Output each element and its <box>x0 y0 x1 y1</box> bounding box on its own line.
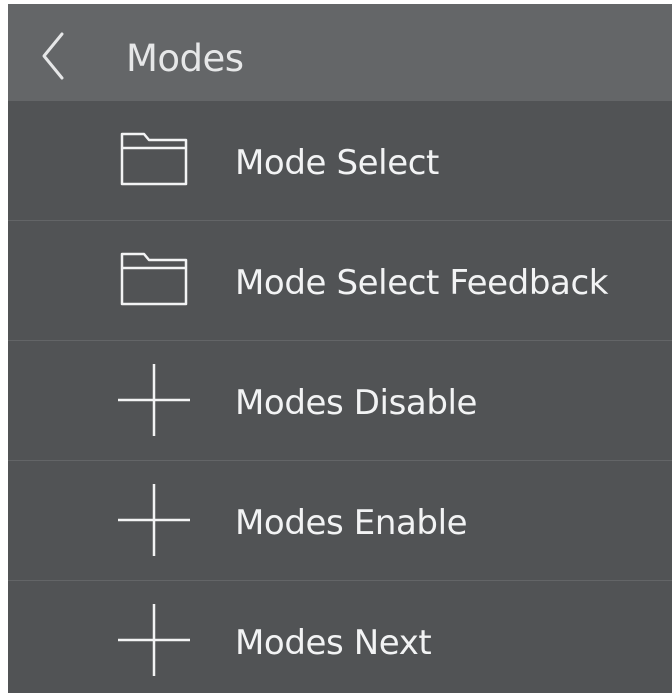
chevron-left-icon <box>42 32 64 80</box>
modes-list: Mode Select Mode Select Feedback Modes D… <box>8 101 672 693</box>
list-item-mode-select[interactable]: Mode Select <box>8 101 672 221</box>
header-bar: Modes <box>8 4 672 101</box>
folder-icon <box>118 248 190 312</box>
page-title: Modes <box>126 37 244 80</box>
list-item-label: Modes Next <box>235 623 432 663</box>
back-button[interactable] <box>34 28 76 84</box>
plus-icon <box>118 364 190 436</box>
list-item-modes-next[interactable]: Modes Next <box>8 581 672 693</box>
modes-panel: Modes Mode Select Mode Select Feedback M… <box>8 4 672 693</box>
list-item-mode-select-feedback[interactable]: Mode Select Feedback <box>8 221 672 341</box>
list-item-label: Modes Disable <box>235 383 478 423</box>
list-item-label: Mode Select <box>235 143 439 183</box>
plus-icon <box>118 484 190 556</box>
list-item-modes-disable[interactable]: Modes Disable <box>8 341 672 461</box>
list-item-label: Mode Select Feedback <box>235 263 609 303</box>
list-item-modes-enable[interactable]: Modes Enable <box>8 461 672 581</box>
plus-icon <box>118 604 190 676</box>
folder-icon <box>118 128 190 192</box>
list-item-label: Modes Enable <box>235 503 468 543</box>
